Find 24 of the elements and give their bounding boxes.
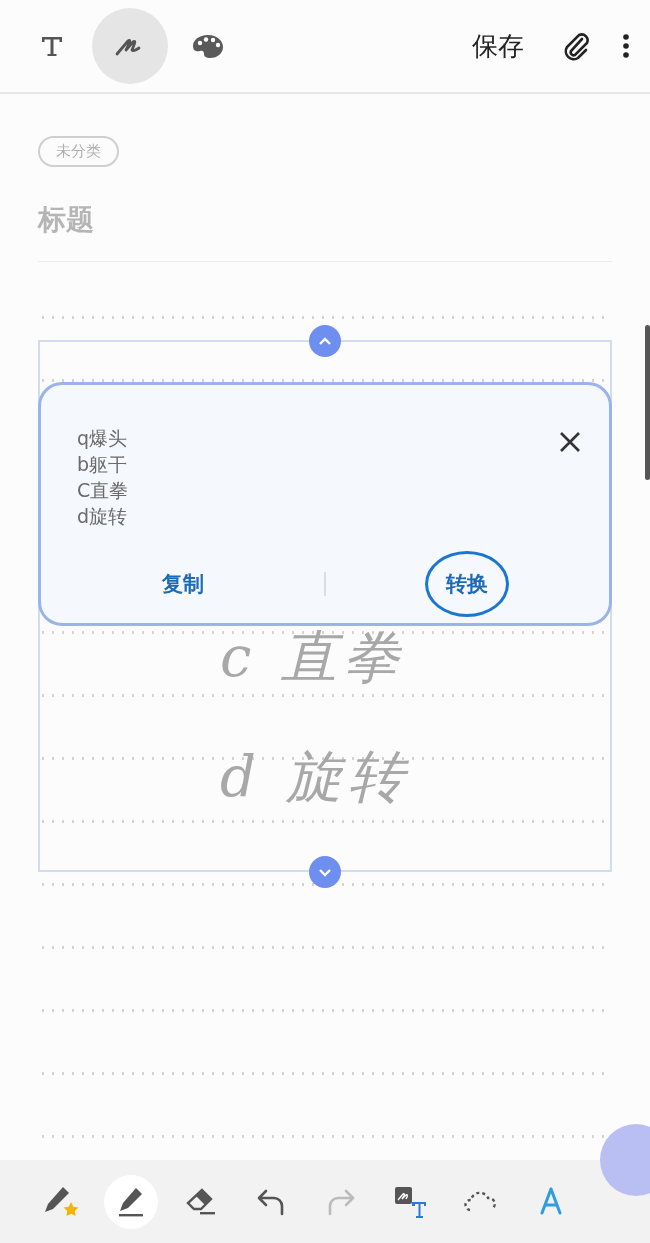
pen-star-icon [43, 1184, 79, 1219]
pen-letter-icon [538, 1186, 564, 1217]
recognized-text: C直拳 [77, 478, 129, 503]
palette-icon [192, 33, 224, 59]
close-icon [559, 431, 581, 453]
paperclip-icon [562, 30, 592, 62]
eraser-icon [185, 1187, 217, 1216]
chevron-up-icon [318, 336, 332, 346]
undo-icon [256, 1187, 286, 1216]
recognized-text: q爆头 [77, 426, 129, 451]
handwriting: d 旋转 [220, 743, 410, 811]
chevron-down-icon [318, 867, 332, 877]
recognized-text: b躯干 [77, 452, 129, 477]
pen-icon [117, 1186, 145, 1217]
convert-button[interactable]: 转换 [425, 551, 510, 617]
more-icon [622, 33, 630, 59]
recognized-text: d旋转 [77, 504, 129, 529]
handwriting-to-text-icon [394, 1185, 428, 1218]
redo-icon [326, 1187, 356, 1216]
copy-button[interactable]: 复制 [147, 564, 218, 604]
expand-down-handle[interactable] [309, 856, 341, 888]
handwriting: c 直拳 [220, 623, 406, 691]
expand-up-handle[interactable] [309, 325, 341, 357]
save-button[interactable]: 保存 [464, 22, 532, 70]
